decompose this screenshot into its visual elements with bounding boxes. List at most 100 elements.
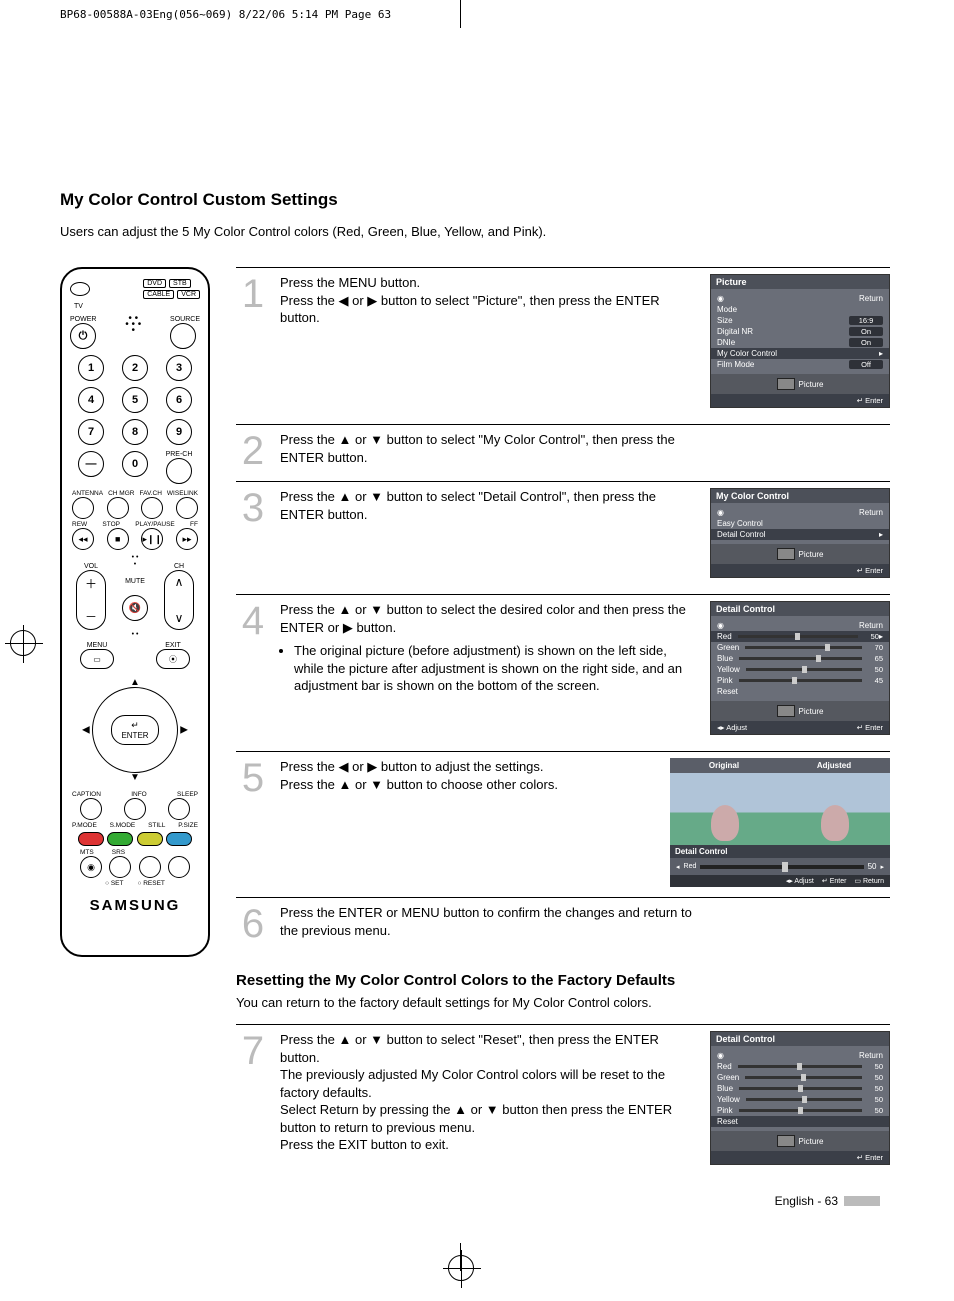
step-3-number: 3 xyxy=(236,488,270,584)
exit-label: EXIT xyxy=(156,642,190,649)
step-2-text: Press the ▲ or ▼ button to select "My Co… xyxy=(280,431,700,471)
color-buttons xyxy=(78,832,192,846)
tv-label: TV xyxy=(74,303,200,310)
enter-icon: ↵ xyxy=(131,720,139,731)
vol-label: VOL xyxy=(76,563,106,570)
osd-mcc: My Color Control xyxy=(717,349,777,358)
play-pause-button: ▸❙❙ xyxy=(141,528,163,550)
steps-list: 1 Press the MENU button. Press the ◀ or … xyxy=(236,267,890,954)
caption-button xyxy=(80,798,102,820)
power-button: ⏻ xyxy=(70,323,96,349)
osd-size: Size xyxy=(717,316,733,325)
num-7: 7 xyxy=(78,419,104,445)
num-9: 9 xyxy=(166,419,192,445)
favch-button xyxy=(141,497,163,519)
step-5-number: 5 xyxy=(236,758,270,887)
brand-logo: SAMSUNG xyxy=(70,897,200,914)
osd-size-val: 16:9 xyxy=(849,316,883,325)
footer-bar xyxy=(844,1196,880,1206)
num-3: 3 xyxy=(166,355,192,381)
antenna-button xyxy=(72,497,94,519)
mute-label: MUTE xyxy=(125,578,145,585)
extra-button-2 xyxy=(168,856,190,878)
right-arrow-icon: ▶ xyxy=(180,725,188,736)
osd-dnie-val: On xyxy=(849,338,883,347)
page-body: My Color Control Custom Settings Users c… xyxy=(60,30,890,1230)
number-pad: 1 2 3 4 5 6 7 8 9 — 0 PRE-CH xyxy=(74,355,196,484)
down-arrow-icon: ▼ xyxy=(130,772,140,783)
up-arrow-icon: ▲ xyxy=(130,677,140,688)
stop-button: ■ xyxy=(107,528,129,550)
power-label: POWER xyxy=(70,316,96,323)
prech-button xyxy=(166,458,192,484)
crop-header: BP68-00588A-03Eng(056~069) 8/22/06 5:14 … xyxy=(60,8,391,21)
transport-labels: REWSTOPPLAY/PAUSEFF xyxy=(72,521,198,528)
page-number: English - 63 xyxy=(775,1194,838,1208)
thumb-icon xyxy=(777,378,795,390)
tv-button xyxy=(70,282,90,296)
info-button xyxy=(124,798,146,820)
function-row-1-labels: ANTENNACH MGRFAV.CHWISELINK xyxy=(72,490,198,497)
osd-picture-menu: Picture Return Mode Size16:9 Digital NRO… xyxy=(710,274,890,408)
osd-detail-reset-menu: Detail Control Return Red50 Green50 Blue… xyxy=(710,1031,890,1165)
dvd-label: DVD xyxy=(143,279,166,288)
step-4-text: Press the ▲ or ▼ button to select the de… xyxy=(280,601,700,741)
dash-button: — xyxy=(78,451,104,477)
source-button xyxy=(170,323,196,349)
step-4-number: 4 xyxy=(236,601,270,741)
num-8: 8 xyxy=(122,419,148,445)
crop-mark-top xyxy=(460,0,461,28)
subsection-title: Resetting the My Color Control Colors to… xyxy=(236,972,890,989)
stb-label: STB xyxy=(169,279,191,288)
dpad: ▲ ▼ ◀ ▶ ↵ENTER xyxy=(80,675,190,785)
cable-label: CABLE xyxy=(143,290,174,299)
section-intro: Users can adjust the 5 My Color Control … xyxy=(60,224,890,239)
volume-rocker: ＋－ xyxy=(76,570,106,630)
preview-original-image xyxy=(670,773,780,845)
registration-mark-left xyxy=(10,630,36,656)
osd-film: Film Mode xyxy=(717,360,754,369)
subsection-intro: You can return to the factory default se… xyxy=(236,995,890,1010)
osd-dnr-val: On xyxy=(849,327,883,336)
num-0: 0 xyxy=(122,451,148,477)
step-6-text: Press the ENTER or MENU button to confir… xyxy=(280,904,700,944)
extra-button-1 xyxy=(139,856,161,878)
mute-button: 🔇 xyxy=(122,595,148,621)
num-6: 6 xyxy=(166,387,192,413)
page-footer: English - 63 xyxy=(775,1194,880,1208)
chmgr-button xyxy=(107,497,129,519)
srs-button xyxy=(109,856,131,878)
step-1-text: Press the MENU button. Press the ◀ or ▶ … xyxy=(280,274,700,414)
osd-dnr: Digital NR xyxy=(717,327,753,336)
rew-button: ◂◂ xyxy=(72,528,94,550)
ch-label: CH xyxy=(164,563,194,570)
enter-button: ↵ENTER xyxy=(111,715,159,745)
ff-button: ▸▸ xyxy=(176,528,198,550)
osd-mcc-menu: My Color Control Return Easy Control Det… xyxy=(710,488,890,578)
chevron-right-icon: ▸ xyxy=(879,632,883,641)
osd-enter-hint: ↵ Enter xyxy=(857,396,883,405)
chevron-right-icon: ▸ xyxy=(879,530,883,539)
source-label: SOURCE xyxy=(170,316,200,323)
step-6-number: 6 xyxy=(236,904,270,944)
osd-dnie: DNIe xyxy=(717,338,735,347)
osd-title: Picture xyxy=(711,275,889,289)
step-4-bullet: The original picture (before adjustment)… xyxy=(294,642,700,695)
osd-film-val: Off xyxy=(849,360,883,369)
menu-button: ▭ xyxy=(80,649,114,669)
vcr-label: VCR xyxy=(177,290,200,299)
sleep-button xyxy=(168,798,190,820)
preview-adjusted-image xyxy=(780,773,890,845)
osd-mode: Mode xyxy=(717,305,737,314)
osd-preview: OriginalAdjusted Detail Control ◂Red50▸ … xyxy=(670,758,890,887)
remote-control-illustration: DVDSTB CABLEVCR TV POWER⏻ • •• • •• SOUR… xyxy=(60,267,210,957)
num-2: 2 xyxy=(122,355,148,381)
registration-mark-bottom xyxy=(448,1255,474,1281)
prech-label: PRE-CH xyxy=(166,451,193,458)
wiselink-button xyxy=(176,497,198,519)
num-5: 5 xyxy=(122,387,148,413)
step-1-number: 1 xyxy=(236,274,270,414)
step-7-text: Press the ▲ or ▼ button to select "Reset… xyxy=(280,1031,700,1171)
step-7-number: 7 xyxy=(236,1031,270,1171)
menu-label: MENU xyxy=(80,642,114,649)
